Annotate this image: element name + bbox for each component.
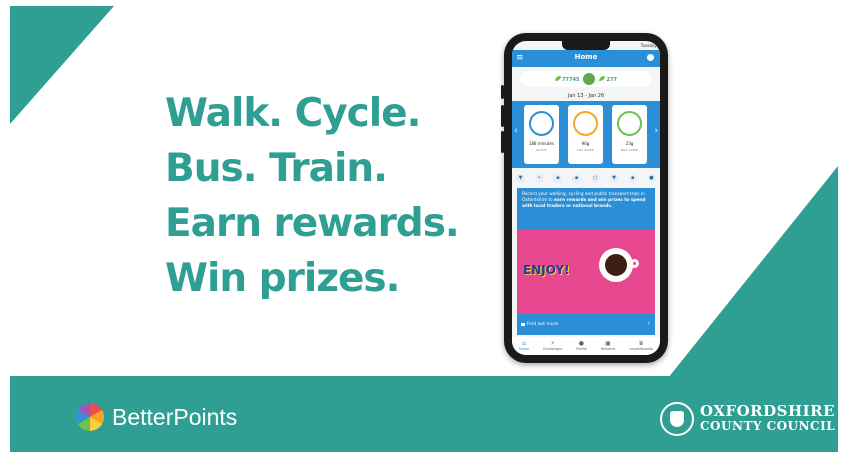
- filter-icon[interactable]: ▼: [516, 174, 525, 183]
- app-title: Home: [574, 53, 598, 61]
- stat-unit: ACTIVE: [536, 148, 547, 152]
- phone-mockup: Tuesday ≡ Home 77745 277 Jan 13 - Jan 26…: [501, 33, 668, 363]
- stat-unit: NO2 SAVED: [620, 148, 639, 152]
- points-left-value: 77745: [562, 76, 580, 83]
- info-icon: [521, 323, 525, 326]
- stat-card-co2[interactable]: 96g CO2 SAVED: [568, 105, 603, 164]
- promo-description: Record your walking, cycling and public …: [522, 192, 650, 211]
- tab-label: Rewards: [600, 347, 616, 351]
- points-right-value: 277: [606, 76, 617, 83]
- betterpoints-logo: BetterPoints: [76, 403, 237, 431]
- enjoy-text: ENJOY!: [523, 263, 570, 277]
- council-wordmark: OXFORDSHIRE COUNTY COUNCIL: [700, 404, 835, 434]
- oxfordshire-council-logo: OXFORDSHIRE COUNTY COUNCIL: [660, 402, 835, 436]
- council-crest-icon: [660, 402, 694, 436]
- find-out-more-label: Find out more: [527, 322, 559, 327]
- car-icon[interactable]: ▼: [609, 174, 619, 183]
- tree-icon: [617, 111, 642, 136]
- coffee-cup-icon: [599, 248, 633, 282]
- gift-icon: ▣: [605, 340, 611, 347]
- promo-banner: Walk. Cycle. Bus. Train. Earn rewards. W…: [0, 0, 846, 457]
- badge-points-icon: [599, 75, 606, 81]
- pinwheel-logo-icon: [76, 403, 104, 431]
- stat-value: 23g: [625, 141, 634, 146]
- points-pill[interactable]: 77745 277: [520, 71, 652, 87]
- walk-icon[interactable]: •: [534, 174, 544, 183]
- tab-label: Home: [518, 347, 530, 351]
- tab-profile[interactable]: ● Profile: [576, 337, 587, 355]
- phone-side-button: [501, 85, 504, 99]
- calendar-icon[interactable]: ▪: [628, 174, 638, 183]
- cup-handle: [630, 259, 639, 268]
- stat-value: 188 minutes: [528, 141, 555, 146]
- bus-icon[interactable]: ▪: [553, 174, 563, 183]
- home-icon: ⌂: [522, 340, 526, 347]
- promo-card[interactable]: Record your walking, cycling and public …: [517, 188, 655, 335]
- stat-card-no2[interactable]: 23g NO2 SAVED: [612, 105, 647, 164]
- app-header: Tuesday ≡ Home: [512, 43, 660, 67]
- phone-notch: [562, 41, 610, 50]
- person-icon: ●: [578, 340, 585, 347]
- tagline-line-4: Win prizes.: [165, 256, 400, 301]
- leaf-points-icon: [555, 75, 562, 81]
- filter-icon-row: ▼ • ▪ ▪ ○ ▼ ▪ ●: [516, 174, 656, 183]
- trophy-icon: ♛: [638, 340, 644, 347]
- profile-dot-icon[interactable]: [647, 54, 654, 61]
- right-triangle-decoration: [668, 166, 838, 378]
- bottom-tab-bar: ⌂ Home ⚡ Challenges ● Profile ▣ Rewards ♛ Lea…: [512, 337, 660, 355]
- tagline-line-1: Walk. Cycle.: [165, 91, 421, 136]
- corner-triangle-decoration: [10, 6, 114, 124]
- tab-rewards[interactable]: ▣ Rewards: [601, 337, 616, 355]
- tab-label: Profile: [575, 347, 587, 351]
- coffee-fill: [605, 254, 627, 276]
- promo-image: ENJOY!: [517, 230, 655, 314]
- stat-card-active[interactable]: 188 minutes ACTIVE: [524, 105, 559, 164]
- lightning-icon: ⚡: [550, 340, 555, 347]
- council-name-line1: OXFORDSHIRE: [700, 402, 836, 420]
- avatar[interactable]: [583, 73, 596, 85]
- tab-challenges[interactable]: ⚡ Challenges: [543, 337, 562, 355]
- tagline-line-3: Earn rewards.: [165, 201, 460, 246]
- tagline-line-2: Bus. Train.: [165, 146, 388, 191]
- stat-unit: CO2 SAVED: [576, 148, 595, 152]
- betterpoints-wordmark: BetterPoints: [112, 403, 238, 430]
- phone-side-button: [501, 131, 504, 153]
- medal-icon[interactable]: ●: [646, 174, 656, 183]
- status-time: Tuesday: [640, 43, 657, 48]
- train-icon[interactable]: ▪: [572, 174, 582, 183]
- stat-value: 96g: [581, 141, 590, 146]
- tab-leaderboards[interactable]: ♛ Leaderboards: [629, 337, 653, 355]
- find-out-more-link[interactable]: Find out more ›: [517, 314, 655, 335]
- leaf-icon: [573, 111, 598, 136]
- tagline: Walk. Cycle. Bus. Train. Earn rewards. W…: [165, 86, 460, 306]
- phone-side-button: [501, 105, 504, 127]
- tab-label: Challenges: [542, 347, 563, 351]
- runner-icon: [529, 111, 554, 136]
- tab-home[interactable]: ⌂ Home: [519, 337, 529, 355]
- carousel-left-arrow-icon[interactable]: ‹: [514, 126, 518, 136]
- points-right: 277: [599, 75, 617, 83]
- banner-frame: Walk. Cycle. Bus. Train. Earn rewards. W…: [10, 6, 838, 452]
- points-left: 77745: [555, 75, 580, 83]
- date-range: Jan 13 - Jan 26: [567, 93, 605, 99]
- stats-carousel: ‹ 188 minutes ACTIVE 96g CO2 SAVED 23g N…: [512, 101, 660, 168]
- council-name-line2: COUNTY COUNCIL: [700, 419, 836, 433]
- phone-screen: Tuesday ≡ Home 77745 277 Jan 13 - Jan 26…: [512, 41, 660, 355]
- chevron-right-icon: ›: [647, 320, 650, 327]
- cycle-icon[interactable]: ○: [590, 174, 600, 183]
- carousel-right-arrow-icon[interactable]: ›: [654, 126, 658, 136]
- tab-label: Leaderboards: [629, 347, 654, 351]
